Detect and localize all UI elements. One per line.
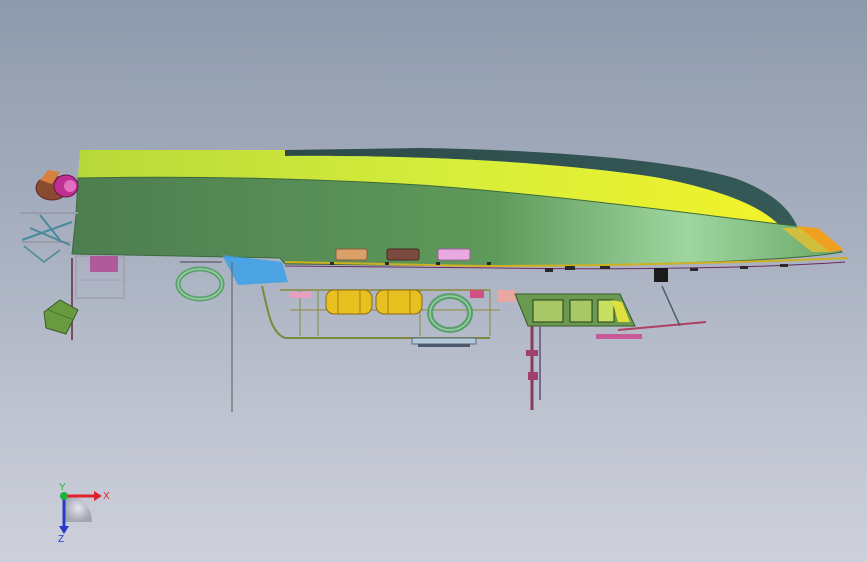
- fuel-tank-2[interactable]: [375, 289, 423, 315]
- hatch-panel-brown[interactable]: [386, 248, 420, 261]
- pod-base-plate[interactable]: [596, 334, 642, 339]
- cad-viewport[interactable]: X Y Z: [0, 0, 867, 562]
- hatch-panel-orange[interactable]: [335, 248, 368, 261]
- forward-pod[interactable]: [514, 285, 707, 410]
- hull-window-black[interactable]: [654, 268, 668, 282]
- pod-window-1[interactable]: [532, 299, 564, 323]
- pod-window-3[interactable]: [597, 299, 615, 323]
- bottom-skid[interactable]: [411, 337, 477, 345]
- under-hull-equipment[interactable]: [175, 255, 516, 412]
- fuel-tank-1[interactable]: [325, 289, 373, 315]
- y-axis-dot: [60, 492, 68, 500]
- life-ring-left[interactable]: [175, 266, 225, 302]
- z-axis-label: Z: [58, 534, 64, 545]
- hatch-panel-pink[interactable]: [437, 248, 471, 261]
- coordinate-triad: X Y Z: [58, 482, 110, 545]
- triad-shadow-disc: [64, 494, 92, 522]
- x-axis-label: X: [103, 491, 110, 502]
- y-axis-label: Y: [59, 482, 66, 493]
- pod-window-2[interactable]: [569, 299, 593, 323]
- life-ring-right[interactable]: [427, 293, 473, 333]
